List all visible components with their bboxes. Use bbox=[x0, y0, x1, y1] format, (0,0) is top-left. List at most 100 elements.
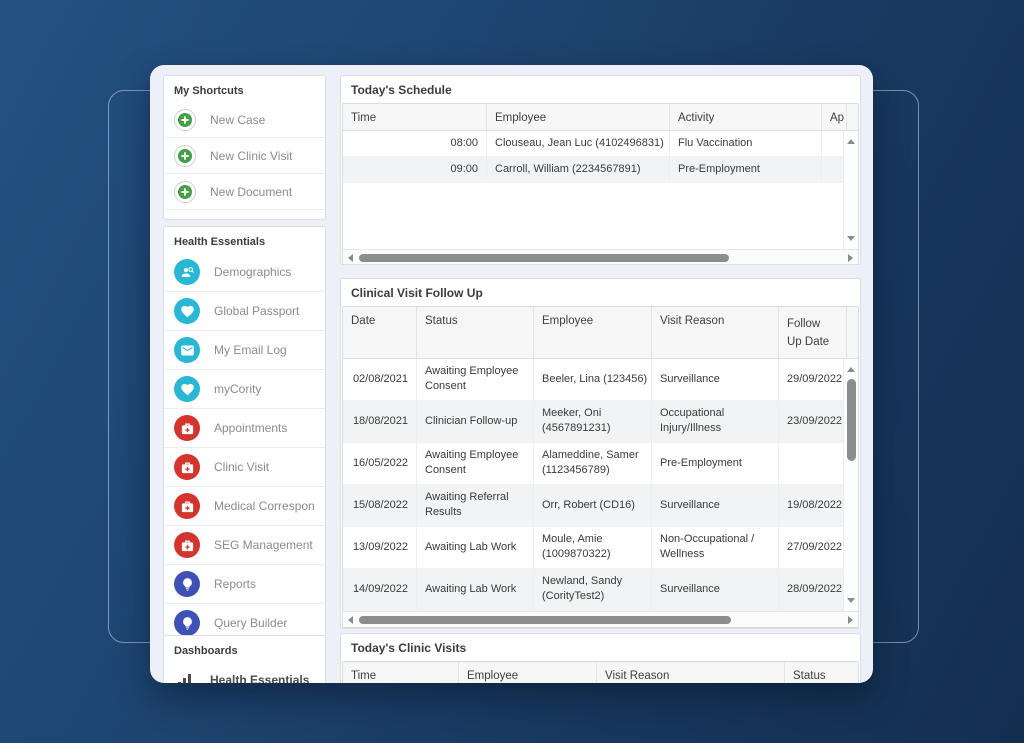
sidebar-item-seg-management[interactable]: SEG Management bbox=[164, 526, 325, 565]
sidebar-item-label: Health Essentials bbox=[210, 673, 309, 683]
sidebar-item-health-essentials-dashboard[interactable]: Health Essentials bbox=[164, 662, 325, 683]
cell-visit-reason: Surveillance bbox=[652, 485, 779, 526]
scroll-down-arrow-icon[interactable] bbox=[847, 598, 855, 603]
todays-clinic-visits-title: Today's Clinic Visits bbox=[341, 634, 860, 661]
cell-employee: Alameddine, Samer (1123456789) bbox=[534, 443, 652, 484]
table-row[interactable]: 02/08/2021 Awaiting Employee Consent Bee… bbox=[343, 359, 858, 401]
cell-follow-up-date: 23/09/2022 bbox=[779, 401, 847, 442]
scroll-right-arrow-icon[interactable] bbox=[848, 254, 853, 262]
cell-date: 15/08/2022 bbox=[343, 485, 417, 526]
cell-visit-reason: Surveillance bbox=[652, 569, 779, 610]
medical-bag-icon bbox=[174, 493, 200, 519]
cell-employee: Beeler, Lina (123456) bbox=[534, 359, 652, 400]
dashboard-card: My Shortcuts New Case New Clinic Visit N… bbox=[150, 65, 873, 683]
cell-activity: Flu Vaccination bbox=[670, 131, 822, 156]
vertical-scrollbar[interactable] bbox=[843, 359, 858, 611]
table-row[interactable]: 15/08/2022 Awaiting Referral Results Orr… bbox=[343, 485, 858, 527]
sidebar-item-new-case[interactable]: New Case bbox=[164, 102, 325, 138]
cell-time: 09:00 bbox=[343, 157, 487, 182]
sidebar-item-medical-correspondence[interactable]: Medical Correspondence bbox=[164, 487, 325, 526]
cell-employee: Carroll, William (2234567891) bbox=[487, 157, 670, 182]
table-row[interactable]: 16/05/2022 Awaiting Employee Consent Ala… bbox=[343, 443, 858, 485]
column-header-employee[interactable]: Employee bbox=[487, 104, 670, 130]
plus-circle-icon bbox=[174, 181, 196, 203]
medical-bag-icon bbox=[174, 454, 200, 480]
header-filler bbox=[847, 307, 861, 358]
follow-up-header-row: Date Status Employee Visit Reason Follow… bbox=[343, 307, 858, 359]
cell-employee: Clouseau, Jean Luc (4102496831) bbox=[487, 131, 670, 156]
column-header-visit-reason[interactable]: Visit Reason bbox=[597, 662, 785, 683]
sidebar-item-my-email-log[interactable]: My Email Log bbox=[164, 331, 325, 370]
cell-employee: Orr, Robert (CD16) bbox=[534, 485, 652, 526]
cell-status: Awaiting Lab Work bbox=[417, 569, 534, 610]
medical-bag-icon bbox=[174, 532, 200, 558]
vertical-scrollbar[interactable] bbox=[843, 131, 858, 249]
column-header-visit-reason[interactable]: Visit Reason bbox=[652, 307, 779, 358]
sidebar-item-clinic-visit[interactable]: Clinic Visit bbox=[164, 448, 325, 487]
cell-date: 16/05/2022 bbox=[343, 443, 417, 484]
cell-status: Clinician Follow-up bbox=[417, 401, 534, 442]
cell-status: Awaiting Employee Consent bbox=[417, 359, 534, 400]
scroll-up-arrow-icon[interactable] bbox=[847, 139, 855, 144]
horizontal-scroll-thumb[interactable] bbox=[359, 616, 731, 624]
sidebar-item-label: Query Builder bbox=[214, 616, 287, 630]
column-header-time[interactable]: Time bbox=[343, 104, 487, 130]
cell-time: 08:00 bbox=[343, 131, 487, 156]
cell-follow-up-date: 29/09/2022 bbox=[779, 359, 847, 400]
table-row[interactable]: 14/09/2022 Awaiting Lab Work Newland, Sa… bbox=[343, 569, 858, 611]
sidebar-item-new-clinic-visit[interactable]: New Clinic Visit bbox=[164, 138, 325, 174]
scroll-right-arrow-icon[interactable] bbox=[848, 616, 853, 624]
follow-up-grid: Date Status Employee Visit Reason Follow… bbox=[342, 306, 859, 628]
sidebar-item-demographics[interactable]: Demographics bbox=[164, 253, 325, 292]
column-header-employee[interactable]: Employee bbox=[534, 307, 652, 358]
column-header-appointment[interactable]: Ap bbox=[822, 104, 847, 130]
cell-status: Awaiting Employee Consent bbox=[417, 443, 534, 484]
horizontal-scroll-thumb[interactable] bbox=[359, 254, 729, 262]
panel-padding bbox=[164, 210, 325, 219]
sidebar-item-appointments[interactable]: Appointments bbox=[164, 409, 325, 448]
cell-employee: Meeker, Oni (4567891231) bbox=[534, 401, 652, 442]
sidebar-item-mycority[interactable]: myCority bbox=[164, 370, 325, 409]
vertical-scroll-thumb[interactable] bbox=[847, 379, 856, 461]
cell-visit-reason: Non-Occupational / Wellness bbox=[652, 527, 779, 568]
my-shortcuts-title: My Shortcuts bbox=[164, 76, 325, 102]
table-row[interactable]: 18/08/2021 Clinician Follow-up Meeker, O… bbox=[343, 401, 858, 443]
cell-follow-up-date: 19/08/2022 bbox=[779, 485, 847, 526]
my-shortcuts-panel: My Shortcuts New Case New Clinic Visit N… bbox=[163, 75, 326, 220]
cell-employee: Moule, Amie (1009870322) bbox=[534, 527, 652, 568]
column-header-employee[interactable]: Employee bbox=[459, 662, 597, 683]
scroll-down-arrow-icon[interactable] bbox=[847, 236, 855, 241]
sidebar-item-global-passport[interactable]: Global Passport bbox=[164, 292, 325, 331]
clinic-visits-header-row: Time Employee Visit Reason Status bbox=[343, 662, 858, 683]
column-header-status[interactable]: Status bbox=[417, 307, 534, 358]
scroll-left-arrow-icon[interactable] bbox=[348, 616, 353, 624]
horizontal-scrollbar[interactable] bbox=[343, 249, 858, 265]
sidebar-item-new-document[interactable]: New Document bbox=[164, 174, 325, 210]
sidebar-item-label: SEG Management bbox=[214, 538, 313, 552]
scroll-left-arrow-icon[interactable] bbox=[348, 254, 353, 262]
table-row[interactable]: 09:00 Carroll, William (2234567891) Pre-… bbox=[343, 157, 858, 183]
clinical-visit-follow-up-panel: Clinical Visit Follow Up Date Status Emp… bbox=[340, 278, 861, 629]
column-header-date[interactable]: Date bbox=[343, 307, 417, 358]
column-header-time[interactable]: Time bbox=[343, 662, 459, 683]
sidebar-item-reports[interactable]: Reports bbox=[164, 565, 325, 604]
column-header-follow-up-date[interactable]: Follow Up Date bbox=[779, 307, 847, 358]
cell-activity: Pre-Employment bbox=[670, 157, 822, 182]
horizontal-scrollbar[interactable] bbox=[343, 611, 858, 627]
table-row[interactable]: 08:00 Clouseau, Jean Luc (4102496831) Fl… bbox=[343, 131, 858, 157]
follow-up-body: 02/08/2021 Awaiting Employee Consent Bee… bbox=[343, 359, 858, 611]
sidebar-item-label: My Email Log bbox=[214, 343, 287, 357]
scroll-up-arrow-icon[interactable] bbox=[847, 367, 855, 372]
column-header-activity[interactable]: Activity bbox=[670, 104, 822, 130]
sidebar-item-label: Reports bbox=[214, 577, 256, 591]
health-essentials-title: Health Essentials bbox=[164, 227, 325, 253]
table-row[interactable]: 13/09/2022 Awaiting Lab Work Moule, Amie… bbox=[343, 527, 858, 569]
schedule-body: 08:00 Clouseau, Jean Luc (4102496831) Fl… bbox=[343, 131, 858, 249]
sidebar-item-label: Medical Correspondence bbox=[214, 499, 315, 513]
person-search-icon bbox=[174, 259, 200, 285]
column-header-status[interactable]: Status bbox=[785, 662, 858, 683]
lightbulb-icon bbox=[174, 571, 200, 597]
sidebar-item-label: New Case bbox=[210, 113, 265, 127]
todays-clinic-visits-panel: Today's Clinic Visits Time Employee Visi… bbox=[340, 633, 861, 683]
sidebar-item-label: New Document bbox=[210, 185, 292, 199]
